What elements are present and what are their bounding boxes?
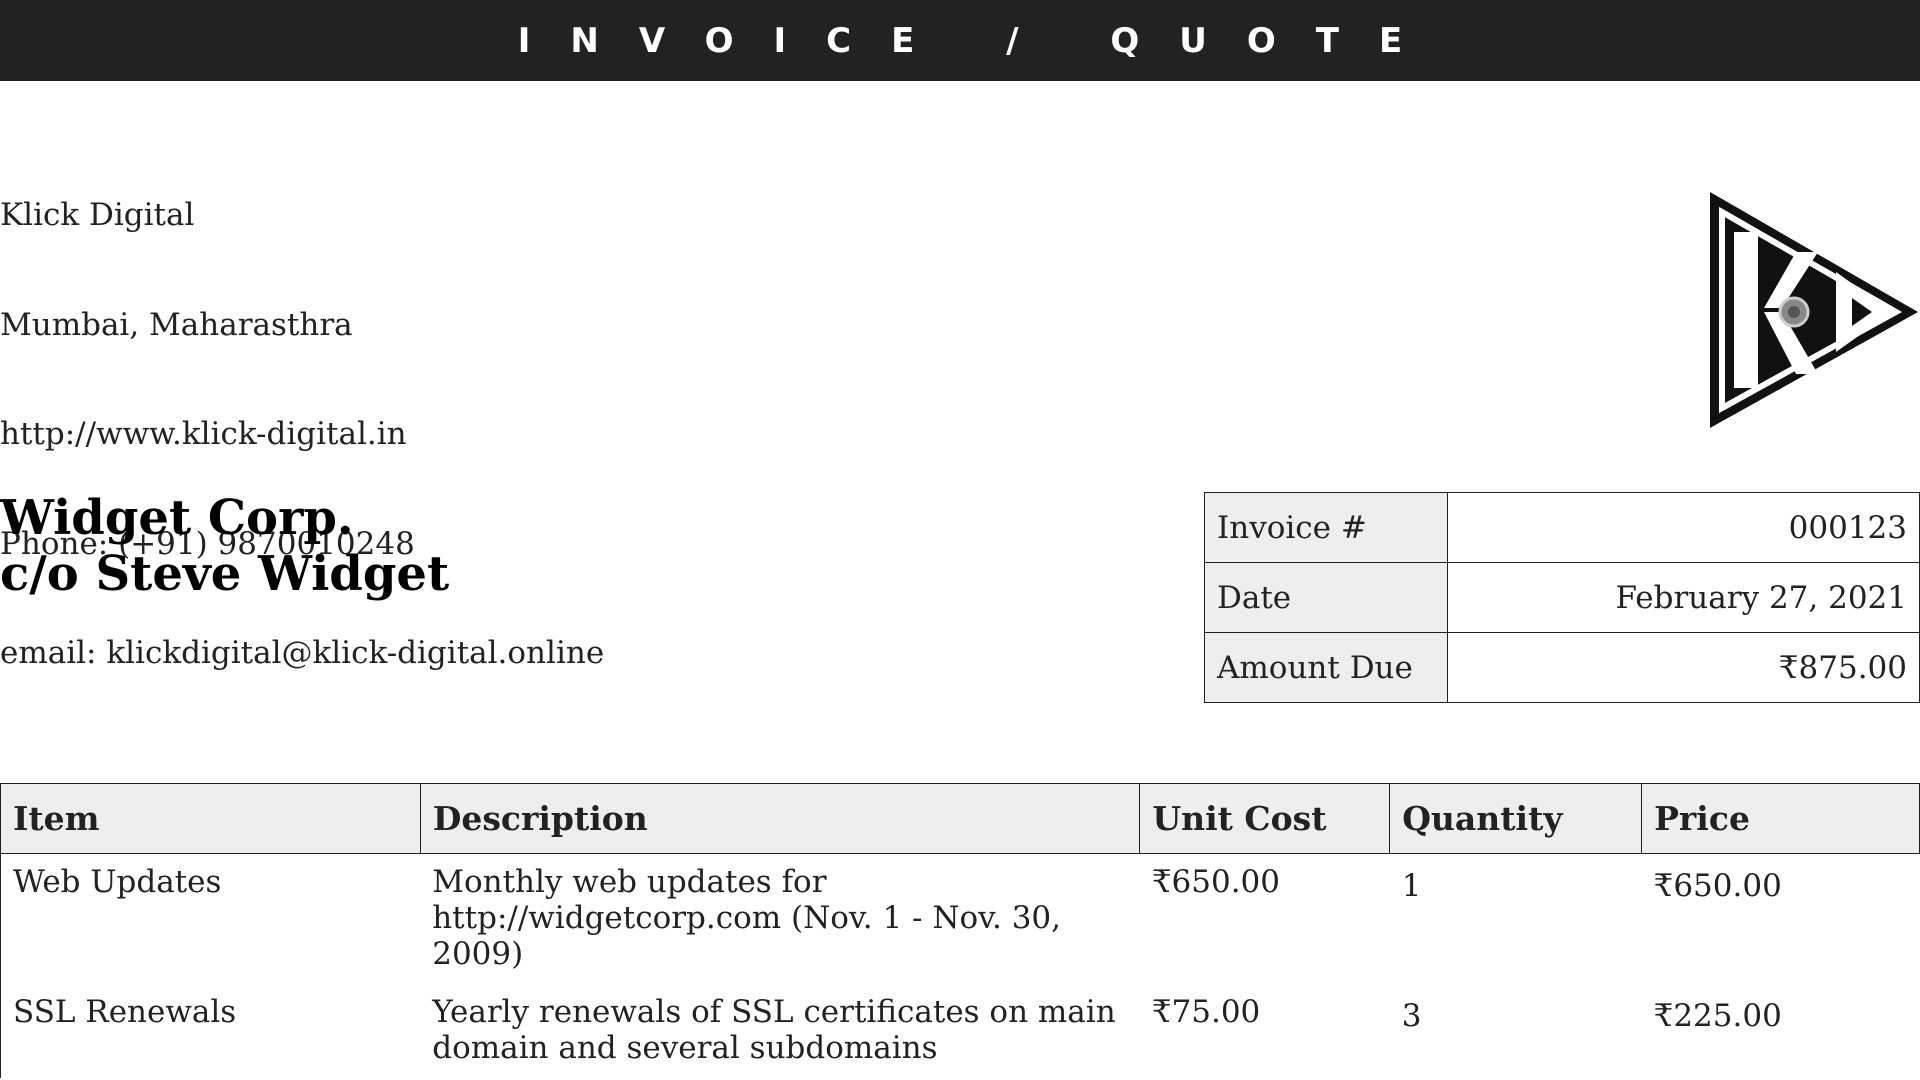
date-label: Date <box>1204 562 1448 633</box>
amount-due-value: ₹875.00 <box>1446 632 1920 703</box>
header-quantity: Quantity <box>1389 783 1643 854</box>
item-quantity: 3 <box>1401 998 1422 1034</box>
header-description: Description <box>419 783 1141 854</box>
date-value: February 27, 2021 <box>1446 562 1920 633</box>
customer-contact: c/o Steve Widget <box>0 546 450 602</box>
items-header-row: Item Description Unit Cost Quantity Pric… <box>0 783 1920 854</box>
invoice-number-label: Invoice # <box>1204 492 1448 563</box>
header-item: Item <box>0 783 421 854</box>
company-address: Klick Digital Mumbai, Maharasthra http:/… <box>0 124 604 745</box>
header-unit-cost: Unit Cost <box>1139 783 1391 854</box>
customer-name: Widget Corp. <box>0 490 354 546</box>
item-price: ₹650.00 <box>1653 868 1782 904</box>
customer-block: Widget Corp. c/o Steve Widget <box>0 490 449 602</box>
company-website: http://www.klick-digital.in <box>0 416 407 452</box>
item-name: SSL Renewals <box>0 984 421 1078</box>
line-items-table: Item Description Unit Cost Quantity Pric… <box>0 783 1920 1078</box>
table-row: SSL Renewals Yearly renewals of SSL cert… <box>0 984 1920 1078</box>
company-name: Klick Digital <box>0 197 195 233</box>
invoice-title: INVOICE / QUOTE <box>517 20 1443 61</box>
company-logo <box>1710 192 1918 428</box>
header-price: Price <box>1641 783 1920 854</box>
amount-due-label: Amount Due <box>1204 632 1448 703</box>
meta-row-amount: Amount Due ₹875.00 <box>1204 632 1920 703</box>
item-unit-cost: ₹650.00 <box>1151 864 1281 900</box>
meta-row-date: Date February 27, 2021 <box>1204 562 1920 633</box>
item-description: Yearly renewals of SSL certificates on m… <box>432 994 1116 1066</box>
item-unit-cost: ₹75.00 <box>1151 994 1261 1030</box>
table-row: Web Updates Monthly web updates for http… <box>0 853 1920 984</box>
invoice-meta-table: Invoice # 000123 Date February 27, 2021 … <box>1204 492 1920 703</box>
item-name: Web Updates <box>0 853 421 984</box>
meta-row-invoice: Invoice # 000123 <box>1204 492 1920 563</box>
invoice-number-value: 000123 <box>1446 492 1920 563</box>
header-bar: INVOICE / QUOTE <box>0 0 1920 81</box>
company-email: email: klickdigital@klick-digital.online <box>0 635 605 671</box>
invoice-page: INVOICE / QUOTE Klick Digital Mumbai, Ma… <box>0 0 1920 1080</box>
item-description: Monthly web updates for http://widgetcor… <box>432 864 1061 972</box>
item-quantity: 1 <box>1401 868 1422 904</box>
company-location: Mumbai, Maharasthra <box>0 306 353 343</box>
item-price: ₹225.00 <box>1653 998 1782 1034</box>
